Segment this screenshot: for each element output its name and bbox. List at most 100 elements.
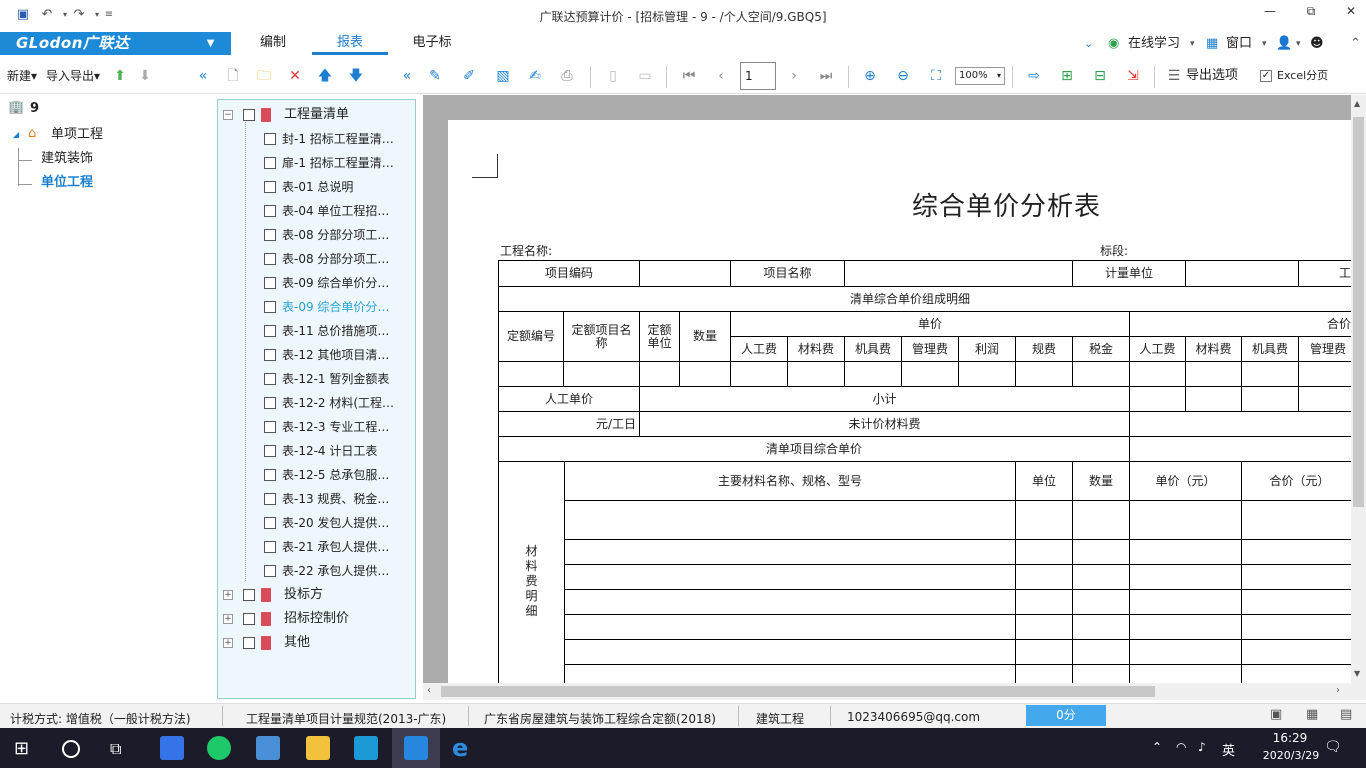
material-data-cell xyxy=(1072,539,1130,565)
tax-method-status: 计税方式: 增值税（一般计税方法) xyxy=(10,712,191,726)
status-separator xyxy=(830,706,831,726)
material-data-cell xyxy=(564,639,1016,665)
layout-icon[interactable]: ▣ xyxy=(1270,707,1282,722)
material-unit-header: 单位 xyxy=(1015,461,1073,501)
unit-machine-header: 机具费 xyxy=(844,336,902,362)
quota-unit-header: 定额单位 xyxy=(639,311,680,362)
data-cell xyxy=(1072,361,1130,387)
material-data-cell xyxy=(1241,664,1351,683)
status-separator xyxy=(222,706,223,726)
clock-time[interactable]: 16:29 xyxy=(1262,731,1318,745)
total-labor-header: 人工费 xyxy=(1129,336,1186,362)
data-cell xyxy=(1241,361,1299,387)
quantity-header: 数量 xyxy=(679,311,731,362)
search-icon[interactable] xyxy=(62,740,80,758)
edge-browser-icon[interactable]: e xyxy=(452,736,476,760)
windows-start-icon[interactable]: ⊞ xyxy=(14,738,29,759)
unit-tax-header: 税金 xyxy=(1072,336,1130,362)
yuan-per-day-label: 元/工日 xyxy=(498,411,640,437)
material-detail-label: 材料费明细 xyxy=(498,461,565,683)
data-cell xyxy=(498,361,564,387)
quantity-header-cut: 工 xyxy=(1298,260,1351,287)
material-data-cell xyxy=(1072,500,1130,540)
data-cell xyxy=(1129,361,1186,387)
material-data-cell xyxy=(1129,639,1242,665)
data-cell xyxy=(1185,361,1242,387)
unit-profit-header: 利润 xyxy=(958,336,1016,362)
quota-code-header: 定额编号 xyxy=(498,311,564,362)
data-cell xyxy=(563,361,640,387)
material-data-cell xyxy=(1241,639,1351,665)
material-data-cell xyxy=(1129,664,1242,683)
volume-icon[interactable]: ♪ xyxy=(1198,740,1206,754)
data-cell xyxy=(1129,436,1351,462)
ime-indicator[interactable]: 英 xyxy=(1222,740,1235,759)
material-data-cell xyxy=(564,614,1016,640)
material-data-cell xyxy=(564,500,1016,540)
material-data-cell xyxy=(1072,564,1130,590)
data-cell xyxy=(901,361,959,387)
material-data-cell xyxy=(1072,614,1130,640)
scroll-down-icon[interactable]: ▼ xyxy=(1354,669,1360,678)
unpriced-material-label: 未计价材料费 xyxy=(639,411,1130,437)
ribbon-collapse-icon[interactable]: ⌃ xyxy=(1350,34,1361,54)
data-cell xyxy=(1241,386,1299,412)
horizontal-scroll-thumb[interactable] xyxy=(441,686,1155,697)
spec-status: 工程量清单项目计量规范(2013-广东) xyxy=(246,712,447,726)
horizontal-scrollbar[interactable]: ‹ › xyxy=(423,683,1366,700)
data-cell xyxy=(1129,386,1186,412)
material-data-cell xyxy=(564,589,1016,615)
material-data-cell xyxy=(1015,664,1073,683)
material-data-cell xyxy=(1015,539,1073,565)
computer-app-icon[interactable] xyxy=(256,736,280,760)
report-table: 项目编码 项目名称 计量单位 工 清单综合单价组成明细 定额编号 定额项目名称 … xyxy=(0,0,1351,683)
status-separator xyxy=(738,706,739,726)
item-name-header: 项目名称 xyxy=(730,260,845,287)
material-data-cell xyxy=(1241,589,1351,615)
scroll-right-icon[interactable]: › xyxy=(1336,685,1340,696)
list-unit-price-label: 清单项目综合单价 xyxy=(498,436,1130,462)
account-status: 1023406695@qq.com xyxy=(847,710,981,724)
data-cell xyxy=(639,361,680,387)
notification-icon[interactable]: 🗨 xyxy=(1324,739,1342,755)
material-quantity-header: 数量 xyxy=(1072,461,1130,501)
vertical-scroll-thumb[interactable] xyxy=(1353,117,1364,507)
media-player-icon[interactable] xyxy=(207,736,231,760)
item-code-value xyxy=(639,260,731,287)
total-material-header: 材料费 xyxy=(1185,336,1242,362)
unit-labor-header: 人工费 xyxy=(730,336,788,362)
clock-date[interactable]: 2020/3/29 xyxy=(1256,749,1326,762)
material-data-cell xyxy=(564,564,1016,590)
vertical-scrollbar[interactable]: ▲ ▼ xyxy=(1351,95,1366,683)
material-data-cell xyxy=(1072,589,1130,615)
file-explorer-icon[interactable] xyxy=(306,736,330,760)
quota-status: 广东省房屋建筑与装饰工程综合定额(2018) xyxy=(484,712,716,726)
budget-app-icon[interactable] xyxy=(404,736,428,760)
material-data-cell xyxy=(564,664,1016,683)
baidu-app-icon[interactable] xyxy=(160,736,184,760)
scroll-left-icon[interactable]: ‹ xyxy=(427,685,431,696)
subtotal-label: 小计 xyxy=(639,386,1130,412)
material-data-cell xyxy=(1241,614,1351,640)
tray-expand-icon[interactable]: ⌃ xyxy=(1152,740,1162,754)
scroll-up-icon[interactable]: ▲ xyxy=(1354,99,1360,108)
task-view-icon[interactable]: ⧉ xyxy=(110,739,121,759)
score-button[interactable]: 0分 xyxy=(1026,705,1106,726)
material-data-cell xyxy=(1015,639,1073,665)
glodon-app-icon[interactable] xyxy=(354,736,378,760)
status-separator xyxy=(468,706,469,726)
network-icon[interactable]: ◠ xyxy=(1176,740,1186,754)
status-bar: 计税方式: 增值税（一般计税方法) 工程量清单项目计量规范(2013-广东) 广… xyxy=(0,703,1366,728)
material-data-cell xyxy=(1129,539,1242,565)
material-data-cell xyxy=(1015,564,1073,590)
material-data-cell xyxy=(1241,539,1351,565)
composition-detail-header: 清单综合单价组成明细 xyxy=(498,286,1351,312)
material-data-cell xyxy=(1129,589,1242,615)
material-data-cell xyxy=(1241,564,1351,590)
data-cell xyxy=(1129,411,1351,437)
panel-view-icon[interactable]: ▤ xyxy=(1340,707,1352,722)
unit-management-header: 管理费 xyxy=(901,336,959,362)
data-cell xyxy=(679,361,731,387)
grid-view-icon[interactable]: ▦ xyxy=(1306,707,1318,722)
material-data-cell xyxy=(1241,500,1351,540)
